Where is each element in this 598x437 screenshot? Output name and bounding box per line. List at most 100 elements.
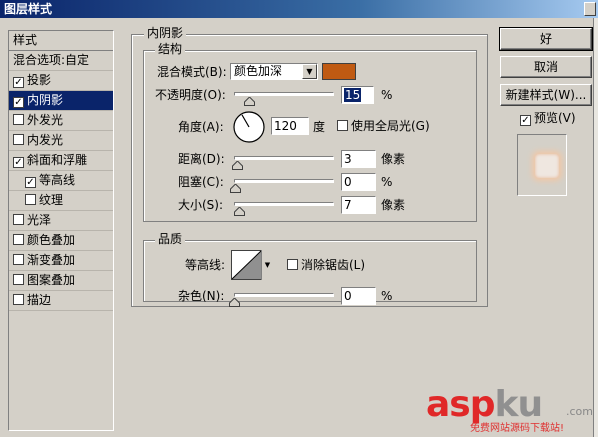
- style-list-item-label: 内发光: [27, 133, 64, 147]
- cancel-button[interactable]: 取消: [500, 56, 592, 78]
- checkbox-icon[interactable]: [13, 234, 24, 245]
- checkbox-checked-icon[interactable]: ✓: [13, 77, 24, 88]
- checkbox-checked-icon: ✓: [520, 115, 531, 126]
- preview-checkbox[interactable]: ✓ 预览(V): [520, 111, 576, 126]
- angle-dial[interactable]: [232, 110, 266, 144]
- distance-value: 3: [344, 152, 352, 166]
- style-list-header: 样式: [9, 31, 113, 51]
- global-light-checkbox[interactable]: 使用全局光(G): [337, 119, 430, 133]
- window-edge: [593, 18, 598, 437]
- checkbox-icon[interactable]: [25, 194, 36, 205]
- ok-button[interactable]: 好: [499, 27, 593, 51]
- blend-mode-value: 颜色加深: [234, 64, 283, 78]
- noise-label: 杂色(N):: [178, 289, 225, 303]
- noise-slider-thumb[interactable]: [229, 298, 240, 307]
- style-list-item-label: 投影: [27, 73, 52, 87]
- size-slider-thumb[interactable]: [234, 207, 245, 216]
- distance-unit: 像素: [381, 152, 406, 166]
- style-list-item-label: 混合选项:自定: [13, 53, 90, 67]
- choke-slider-thumb[interactable]: [230, 184, 241, 193]
- distance-label: 距离(D):: [178, 152, 225, 166]
- checkbox-icon[interactable]: [13, 274, 24, 285]
- chevron-down-icon[interactable]: ▼: [302, 64, 317, 79]
- opacity-slider-thumb[interactable]: [244, 97, 255, 106]
- new-style-button[interactable]: 新建样式(W)...: [500, 84, 592, 106]
- choke-input[interactable]: 0: [341, 173, 376, 191]
- watermark-suffix: .com: [566, 405, 593, 418]
- checkbox-checked-icon[interactable]: ✓: [25, 177, 36, 188]
- opacity-slider-track[interactable]: [234, 92, 334, 96]
- choke-unit: %: [381, 175, 393, 189]
- quality-group-title: 品质: [155, 233, 186, 246]
- preview-thumbnail: [535, 154, 559, 178]
- watermark-tagline: 免费网站源码下载站!: [470, 423, 565, 434]
- style-list-item[interactable]: 描边: [9, 291, 113, 311]
- checkbox-icon[interactable]: [13, 134, 24, 145]
- style-list-item-label: 渐变叠加: [27, 253, 76, 267]
- style-list-item[interactable]: 纹理: [9, 191, 113, 211]
- size-input[interactable]: 7: [341, 196, 376, 214]
- style-list: 样式 混合选项:自定 ✓ 投影 ✓ 内阴影 外发光 内发光 ✓ 斜面和浮雕 ✓ 等高线 纹理 光泽 颜色叠…: [8, 30, 114, 431]
- opacity-label: 不透明度(O):: [155, 88, 226, 102]
- style-list-item-label: 纹理: [39, 193, 64, 207]
- blend-mode-label: 混合模式(B):: [157, 65, 227, 79]
- size-unit: 像素: [381, 198, 406, 212]
- angle-label: 角度(A):: [178, 120, 224, 134]
- style-list-item[interactable]: ✓ 投影: [9, 71, 113, 91]
- shadow-color-swatch[interactable]: [322, 63, 356, 80]
- checkbox-checked-icon[interactable]: ✓: [13, 157, 24, 168]
- style-list-item[interactable]: ✓ 内阴影: [9, 91, 113, 111]
- style-list-item[interactable]: 混合选项:自定: [9, 51, 113, 71]
- angle-value: 120: [274, 119, 297, 133]
- anti-alias-checkbox[interactable]: 消除锯齿(L): [287, 258, 365, 272]
- checkbox-icon[interactable]: [13, 294, 24, 305]
- opacity-value: 15: [344, 88, 362, 102]
- noise-slider-track[interactable]: [234, 293, 334, 297]
- style-list-item-label: 内阴影: [27, 93, 64, 107]
- noise-input[interactable]: 0: [341, 287, 376, 305]
- angle-unit: 度: [313, 120, 326, 134]
- checkbox-icon: [337, 120, 348, 131]
- size-slider-track[interactable]: [234, 202, 334, 206]
- size-label: 大小(S):: [178, 198, 224, 212]
- noise-unit: %: [381, 289, 393, 303]
- style-list-item-label: 颜色叠加: [27, 233, 76, 247]
- checkbox-icon[interactable]: [13, 214, 24, 225]
- style-list-item[interactable]: 外发光: [9, 111, 113, 131]
- angle-input[interactable]: 120: [271, 117, 309, 135]
- contour-label: 等高线:: [185, 258, 226, 272]
- style-list-item[interactable]: ✓ 等高线: [9, 171, 113, 191]
- style-list-item[interactable]: ✓ 斜面和浮雕: [9, 151, 113, 171]
- choke-label: 阻塞(C):: [178, 175, 224, 189]
- distance-input[interactable]: 3: [341, 150, 376, 168]
- noise-value: 0: [344, 289, 352, 303]
- style-preview: [517, 134, 567, 196]
- close-button[interactable]: [584, 2, 596, 16]
- inner-shadow-group-title: 内阴影: [144, 27, 187, 40]
- opacity-input[interactable]: 15: [341, 86, 374, 104]
- style-list-item[interactable]: 图案叠加: [9, 271, 113, 291]
- choke-value: 0: [344, 175, 352, 189]
- watermark: aspku .com 免费网站源码下载站!: [426, 385, 598, 437]
- window-title: 图层样式: [4, 2, 53, 16]
- checkbox-icon: [287, 259, 298, 270]
- chevron-down-icon[interactable]: ▼: [261, 250, 273, 280]
- preview-label: 预览(V): [534, 111, 576, 125]
- style-list-item[interactable]: 光泽: [9, 211, 113, 231]
- style-list-item-label: 光泽: [27, 213, 52, 227]
- checkbox-icon[interactable]: [13, 114, 24, 125]
- distance-slider-track[interactable]: [234, 156, 334, 160]
- size-value: 7: [344, 198, 352, 212]
- style-list-item[interactable]: 颜色叠加: [9, 231, 113, 251]
- opacity-unit: %: [381, 88, 393, 102]
- global-light-label: 使用全局光(G): [351, 119, 430, 133]
- title-bar: 图层样式: [0, 0, 598, 18]
- style-list-item-label: 外发光: [27, 113, 64, 127]
- checkbox-icon[interactable]: [13, 254, 24, 265]
- style-list-item[interactable]: 内发光: [9, 131, 113, 151]
- blend-mode-select[interactable]: 颜色加深 ▼: [230, 63, 318, 80]
- style-list-item[interactable]: 渐变叠加: [9, 251, 113, 271]
- distance-slider-thumb[interactable]: [232, 161, 243, 170]
- choke-slider-track[interactable]: [234, 179, 334, 183]
- checkbox-checked-icon[interactable]: ✓: [13, 97, 24, 108]
